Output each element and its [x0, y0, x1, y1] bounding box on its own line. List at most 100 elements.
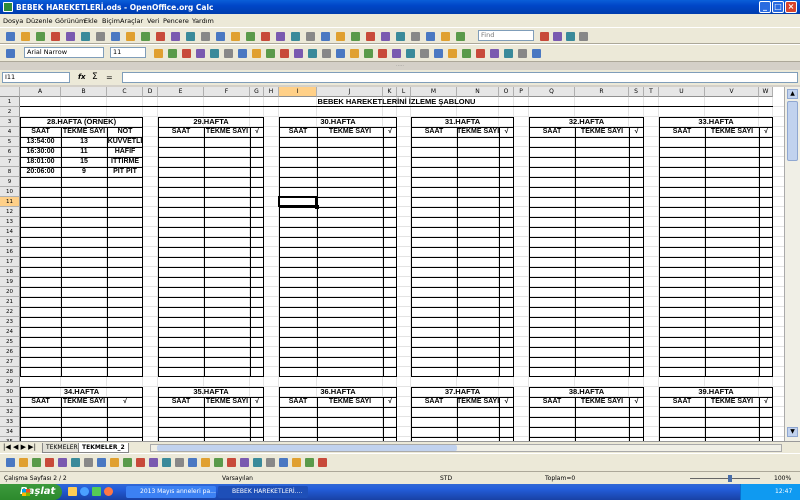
row-header-6[interactable]: 6: [0, 147, 20, 157]
toolbar-icon[interactable]: [171, 32, 180, 41]
toolbar-icon[interactable]: [227, 458, 236, 467]
toolbar-icon[interactable]: [518, 49, 527, 58]
toolbar-icon[interactable]: [292, 458, 301, 467]
toolbar-icon[interactable]: [36, 32, 45, 41]
column-header-V[interactable]: V: [705, 87, 759, 97]
row-header-32[interactable]: 32: [0, 407, 20, 417]
toolbar-icon[interactable]: [420, 49, 429, 58]
active-cell[interactable]: [278, 196, 317, 207]
quicklaunch-icon[interactable]: [68, 487, 77, 496]
row-header-7[interactable]: 7: [0, 157, 20, 167]
toolbar-icon[interactable]: [186, 32, 195, 41]
taskbar-item-browser[interactable]: 2013 Mayıs anneleri pa...: [126, 486, 216, 498]
scroll-up-icon[interactable]: ▲: [787, 89, 798, 99]
column-header-G[interactable]: G: [250, 87, 264, 97]
toolbar-icon[interactable]: [294, 49, 303, 58]
toolbar-icon[interactable]: [378, 49, 387, 58]
name-box[interactable]: I11: [2, 72, 70, 83]
column-header-M[interactable]: M: [411, 87, 457, 97]
column-header-S[interactable]: S: [629, 87, 644, 97]
toolbar-icon[interactable]: [490, 49, 499, 58]
row-header-8[interactable]: 8: [0, 167, 20, 177]
toolbar-icon[interactable]: [110, 458, 119, 467]
row-header-12[interactable]: 12: [0, 207, 20, 217]
column-header-U[interactable]: U: [659, 87, 705, 97]
row-header-26[interactable]: 26: [0, 347, 20, 357]
row-header-3[interactable]: 3: [0, 117, 20, 127]
toolbar-icon[interactable]: [126, 32, 135, 41]
toolbar-icon[interactable]: [434, 49, 443, 58]
row-header-24[interactable]: 24: [0, 327, 20, 337]
toolbar-icon[interactable]: [448, 49, 457, 58]
row-header-30[interactable]: 30: [0, 387, 20, 397]
toolbar-icon[interactable]: [123, 458, 132, 467]
toolbar-icon[interactable]: [364, 49, 373, 58]
toolbar-icon[interactable]: [396, 32, 405, 41]
toolbar-icon[interactable]: [238, 49, 247, 58]
toolbar-icon[interactable]: [381, 32, 390, 41]
row-header-31[interactable]: 31: [0, 397, 20, 407]
row-header-16[interactable]: 16: [0, 247, 20, 257]
menu-2[interactable]: Görünüm: [55, 17, 85, 25]
row-header-4[interactable]: 4: [0, 127, 20, 137]
row-header-10[interactable]: 10: [0, 187, 20, 197]
toolbar-icon[interactable]: [201, 32, 210, 41]
selection-mode[interactable]: STD: [440, 475, 452, 482]
toolbar-icon[interactable]: [504, 49, 513, 58]
find-input[interactable]: Find: [478, 30, 534, 41]
column-header-P[interactable]: P: [514, 87, 529, 97]
equals-icon[interactable]: =: [106, 73, 113, 82]
formula-input[interactable]: [122, 72, 798, 83]
column-header-T[interactable]: T: [644, 87, 659, 97]
row-header-21[interactable]: 21: [0, 297, 20, 307]
row-header-28[interactable]: 28: [0, 367, 20, 377]
toolbar-icon[interactable]: [81, 32, 90, 41]
row-header-9[interactable]: 9: [0, 177, 20, 187]
h-scroll-thumb[interactable]: [157, 445, 457, 451]
row-header-22[interactable]: 22: [0, 307, 20, 317]
toolbar-icon[interactable]: [201, 458, 210, 467]
column-header-A[interactable]: A: [20, 87, 61, 97]
toolbar-icon[interactable]: [532, 49, 541, 58]
toolbar-icon[interactable]: [111, 32, 120, 41]
maximize-button[interactable]: □: [772, 1, 784, 13]
row-header-13[interactable]: 13: [0, 217, 20, 227]
toolbar-icon[interactable]: [149, 458, 158, 467]
function-wizard-icon[interactable]: fx: [78, 73, 86, 81]
row-header-34[interactable]: 34: [0, 427, 20, 437]
vertical-scrollbar[interactable]: ▲ ▼: [784, 87, 800, 441]
toolbar-icon[interactable]: [280, 49, 289, 58]
row-header-15[interactable]: 15: [0, 237, 20, 247]
toolbar-icon[interactable]: [156, 32, 165, 41]
toolbar-icon[interactable]: [426, 32, 435, 41]
column-header-D[interactable]: D: [143, 87, 158, 97]
toolbar-icon[interactable]: [306, 32, 315, 41]
toolbar-icon[interactable]: [266, 458, 275, 467]
close-button[interactable]: ×: [785, 1, 797, 13]
column-header-Q[interactable]: Q: [529, 87, 575, 97]
font-name-select[interactable]: Arial Narrow: [24, 47, 104, 58]
quicklaunch-icon[interactable]: [92, 487, 101, 496]
column-header-N[interactable]: N: [457, 87, 499, 97]
zoom-slider[interactable]: [690, 478, 760, 479]
column-header-E[interactable]: E: [158, 87, 204, 97]
toolbar-icon[interactable]: [175, 458, 184, 467]
menu-8[interactable]: Yardım: [192, 17, 214, 25]
toolbar-icon[interactable]: [6, 49, 15, 58]
sheet-tab-tekmeler-2[interactable]: TEKMELER_2: [78, 443, 129, 453]
fill-handle[interactable]: [315, 205, 319, 209]
toolbar-icon[interactable]: [308, 49, 317, 58]
column-header-L[interactable]: L: [397, 87, 411, 97]
column-header-H[interactable]: H: [264, 87, 279, 97]
column-header-R[interactable]: R: [575, 87, 629, 97]
toolbar-icon[interactable]: [162, 458, 171, 467]
row-header-2[interactable]: 2: [0, 107, 20, 117]
toolbar-icon[interactable]: [168, 49, 177, 58]
toolbar-icon[interactable]: [231, 32, 240, 41]
toolbar-icon[interactable]: [188, 458, 197, 467]
toolbar-icon[interactable]: [462, 49, 471, 58]
row-header-17[interactable]: 17: [0, 257, 20, 267]
zoom-level[interactable]: 100%: [774, 475, 791, 482]
toolbar-icon[interactable]: [96, 32, 105, 41]
toolbar-icon[interactable]: [276, 32, 285, 41]
